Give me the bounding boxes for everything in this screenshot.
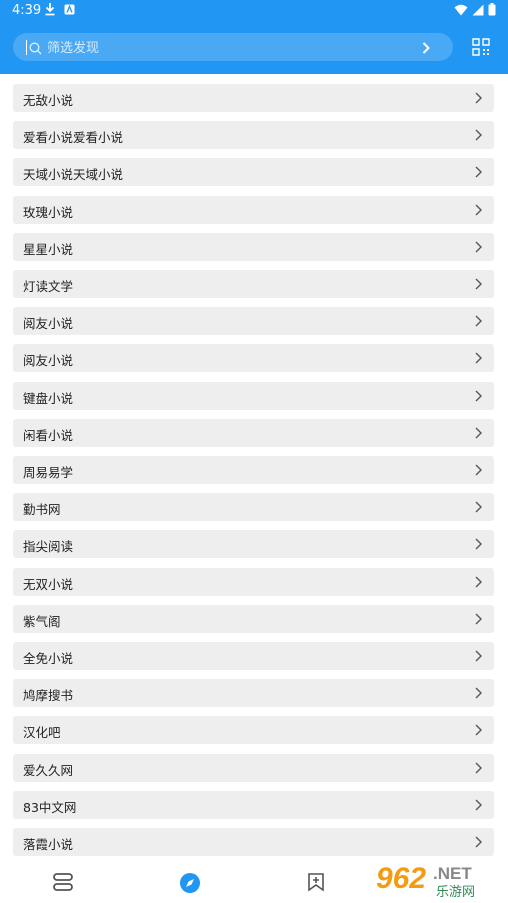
chevron-right-icon [475,687,482,702]
chevron-right-icon [475,576,482,591]
list-item[interactable]: 指尖阅读 [13,530,494,559]
bookshelf-icon[interactable] [52,872,74,896]
battery-icon [488,3,496,20]
list-item[interactable]: 天域小说天域小说 [13,158,494,187]
watermark-logo: 962 .NET 乐游网 [372,861,503,900]
list-item-label: 指尖阅读 [23,539,74,555]
list-item-label: 星星小说 [23,241,74,257]
download-icon [44,2,56,20]
list-item[interactable]: 玫瑰小说 [13,195,494,224]
list-item-label: 83中文网 [23,799,77,815]
search-bar[interactable] [13,33,453,61]
list-item-label: 汉化吧 [23,725,61,741]
chevron-right-icon [475,836,482,851]
list-item-label: 灯读文学 [23,279,74,294]
chevron-right-icon [475,650,482,665]
bookmark-add-icon[interactable] [307,872,325,896]
list-item-label: 勤书网 [23,502,61,518]
chevron-right-icon [475,352,482,367]
scan-icon[interactable] [471,37,491,61]
search-input[interactable] [45,37,419,59]
list-item-label: 落霞小说 [23,837,74,852]
list-item-label: 紫气阁 [23,613,61,629]
list-item-label: 键盘小说 [23,390,74,406]
chevron-right-icon [475,92,482,107]
list-item[interactable]: 紫气阁 [13,604,494,633]
chevron-right-icon [475,390,482,405]
list-item[interactable]: 爱久久网 [13,753,494,782]
chevron-right-icon [475,315,482,330]
status-bar: 4:39 [0,0,508,22]
chevron-right-icon [475,241,482,256]
chevron-right-icon [475,799,482,814]
chevron-right-icon [475,129,482,144]
list-item[interactable]: 闲看小说 [13,418,494,447]
text-cursor [26,40,27,55]
list-item[interactable]: 83中文网 [13,790,494,819]
list-item[interactable]: 灯读文学 [13,270,494,298]
chevron-right-icon [475,762,482,777]
list-item-label: 天域小说天域小说 [23,167,124,183]
list-item-label: 阅友小说 [23,316,74,332]
chevron-right-icon [475,427,482,442]
wifi-icon [454,4,468,20]
list-item-label: 周易易学 [23,465,74,480]
list-item[interactable]: 鸠摩搜书 [13,679,494,708]
chevron-right-icon [475,204,482,219]
app-notification-icon [64,4,75,19]
search-icon [29,40,42,59]
chevron-right-icon[interactable] [421,40,431,59]
chevron-right-icon [475,501,482,516]
list-item[interactable]: 阅友小说 [13,307,494,336]
status-time: 4:39 [12,3,42,18]
list-item[interactable]: 阅友小说 [13,344,494,373]
list-item-label: 无敌小说 [23,93,74,108]
list-item-label: 闲看小说 [23,427,74,443]
watermark-number: 962 [376,862,426,895]
chevron-right-icon [475,464,482,479]
signal-icon [472,4,484,20]
chevron-right-icon [475,613,482,628]
list-item[interactable]: 勤书网 [13,493,494,522]
list-item[interactable]: 全免小说 [13,642,494,670]
chevron-right-icon [475,538,482,553]
list-item[interactable]: 落霞小说 [13,828,494,856]
chevron-right-icon [475,724,482,739]
list-item[interactable]: 爱看小说爱看小说 [13,121,494,150]
chevron-right-icon [475,166,482,181]
list-item[interactable]: 星星小说 [13,232,494,261]
list-item-label: 无双小说 [23,576,74,592]
list-item[interactable]: 无双小说 [13,567,494,596]
list-item[interactable]: 汉化吧 [13,716,494,745]
list-item-label: 全免小说 [23,651,74,666]
list-item-label: 阅友小说 [23,353,74,369]
list-item[interactable]: 键盘小说 [13,381,494,410]
watermark-sub: 乐游网 [436,885,475,900]
list-item-label: 鸠摩搜书 [23,688,74,704]
discover-compass-icon[interactable] [179,872,201,898]
list-item-label: 玫瑰小说 [23,204,74,220]
list-item-label: 爱久久网 [23,762,74,778]
list-item[interactable]: 无敌小说 [13,84,494,112]
list-item[interactable]: 周易易学 [13,456,494,484]
list-item-label: 爱看小说爱看小说 [23,130,124,146]
watermark-suffix: .NET [433,864,472,883]
app-header: 4:39 [0,0,508,74]
chevron-right-icon [475,278,482,293]
